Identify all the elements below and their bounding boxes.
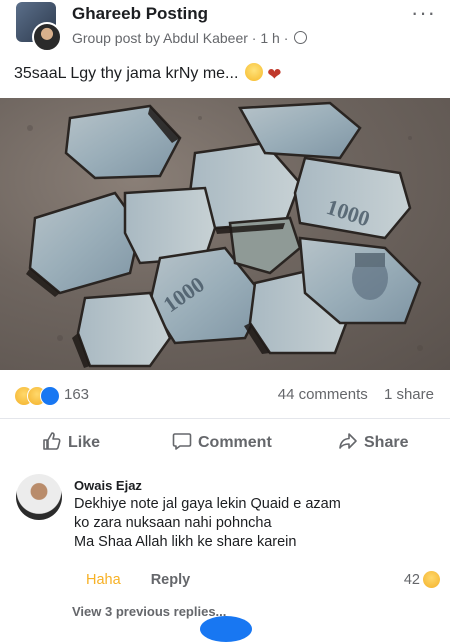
smiling-face-icon xyxy=(244,63,263,81)
share-label: Share xyxy=(364,434,409,451)
post-actions: Like Comment Share xyxy=(0,418,450,465)
haha-reaction-icon xyxy=(423,571,440,588)
post-subtitle: Group post by Abdul Kabeer · 1 h · xyxy=(72,30,308,46)
like-reaction-icon xyxy=(40,386,60,406)
view-previous-replies-link[interactable]: View 3 previous replies... xyxy=(72,604,226,619)
group-name[interactable]: Ghareeb Posting xyxy=(72,4,208,24)
comment-text-line: Dekhiye note jal gaya lekin Quaid e azam xyxy=(74,496,341,512)
comment-reply-button[interactable]: Reply xyxy=(151,572,191,588)
more-options-icon[interactable]: ··· xyxy=(411,0,436,26)
comment-haha-button[interactable]: Haha xyxy=(86,572,121,588)
shares-count-link[interactable]: 1 share xyxy=(384,386,434,403)
comment-text-line: ko zara nuksaan nahi pohncha xyxy=(74,515,272,531)
author-avatar[interactable] xyxy=(32,22,62,52)
commenter-avatar[interactable] xyxy=(16,474,62,520)
post-caption: 35saaL Lgy thy jama krNy me... ❤ xyxy=(14,63,282,85)
post-photo[interactable]: 1000 1000 xyxy=(0,98,450,370)
group-avatar[interactable] xyxy=(14,2,62,52)
comment-body: Owais Ejaz Dekhiye note jal gaya lekin Q… xyxy=(74,478,434,552)
burnt-banknotes-image: 1000 1000 xyxy=(26,101,423,368)
comment-text-line: Ma Shaa Allah likh ke share karein xyxy=(74,534,297,550)
share-arrow-icon xyxy=(339,433,357,449)
speech-bubble-icon xyxy=(172,433,192,450)
comments-count-link[interactable]: 44 comments xyxy=(278,386,368,403)
comment-author[interactable]: Owais Ejaz xyxy=(74,478,434,493)
comment-label: Comment xyxy=(198,434,272,451)
post-stats: 44 comments 1 share xyxy=(278,386,434,403)
post-subtitle-text: Group post by Abdul Kabeer · 1 h · xyxy=(72,30,289,46)
comment-button[interactable]: Comment xyxy=(172,431,272,452)
thumbs-up-icon xyxy=(43,432,61,450)
broken-heart-icon: ❤ xyxy=(267,65,282,84)
like-button[interactable]: Like xyxy=(42,431,100,452)
floating-blue-button[interactable] xyxy=(200,616,252,642)
post-header: Ghareeb Posting Group post by Abdul Kabe… xyxy=(0,0,450,56)
comment-actions: Haha Reply xyxy=(86,572,190,588)
comment-reaction-count[interactable]: 42 xyxy=(404,572,420,588)
reaction-count: 163 xyxy=(64,386,90,403)
globe-icon xyxy=(294,31,308,44)
share-button[interactable]: Share xyxy=(338,431,408,452)
post-caption-text: 35saaL Lgy thy jama krNy me... xyxy=(14,65,239,82)
like-label: Like xyxy=(68,434,101,451)
